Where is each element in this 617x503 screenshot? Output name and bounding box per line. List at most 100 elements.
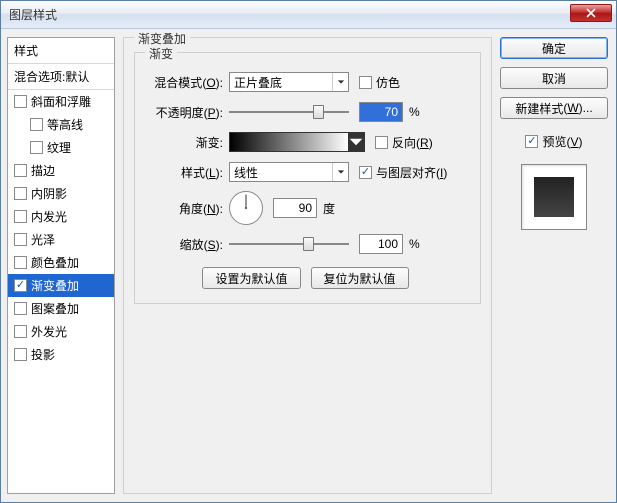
angle-unit: 度 [323,200,335,217]
style-row: 样式(L): 线性 与图层对齐(I) [143,161,468,183]
opacity-unit: % [409,105,420,119]
gradient-label: 渐变: [143,134,223,151]
style-item-内阴影[interactable]: 内阴影 [8,182,114,205]
style-item-斜面和浮雕[interactable]: 斜面和浮雕 [8,90,114,113]
action-panel: 确定 取消 新建样式(W)... 预览(V) [500,37,608,494]
checkbox-icon [14,256,27,269]
style-item-label: 斜面和浮雕 [31,93,91,110]
checkbox-icon [14,210,27,223]
opacity-input[interactable]: 70 [359,102,403,122]
checkbox-icon [14,348,27,361]
opacity-label: 不透明度(P): [143,104,223,121]
dither-checkbox[interactable]: 仿色 [359,74,400,91]
checkbox-icon [14,95,27,108]
style-item-label: 外发光 [31,323,67,340]
close-button[interactable] [570,4,612,22]
make-default-button[interactable]: 设置为默认值 [202,267,300,289]
style-item-label: 投影 [31,346,55,363]
checkbox-icon [14,233,27,246]
checkbox-icon [14,164,27,177]
reverse-checkbox[interactable]: 反向(R) [375,134,433,151]
style-item-label: 光泽 [31,231,55,248]
preview-checkbox[interactable]: 预览(V) [500,133,608,150]
dither-label: 仿色 [376,74,400,91]
reset-default-button[interactable]: 复位为默认值 [311,267,409,289]
style-item-label: 渐变叠加 [31,277,79,294]
style-item-label: 内阴影 [31,185,67,202]
chevron-down-icon [332,73,348,91]
blending-options-item[interactable]: 混合选项:默认 [8,64,114,90]
style-item-label: 图案叠加 [31,300,79,317]
checkbox-icon [14,279,27,292]
scale-slider[interactable] [229,234,349,254]
style-item-颜色叠加[interactable]: 颜色叠加 [8,251,114,274]
chevron-down-icon [348,133,364,151]
checkbox-icon [14,325,27,338]
blend-mode-label: 混合模式(O): [143,74,223,91]
checkbox-icon [30,141,43,154]
style-item-内发光[interactable]: 内发光 [8,205,114,228]
blend-mode-combo[interactable]: 正片叠底 [229,72,349,92]
style-item-label: 等高线 [47,116,83,133]
checkbox-icon [30,118,43,131]
style-combo[interactable]: 线性 [229,162,349,182]
settings-panel: 渐变叠加 渐变 混合模式(O): 正片叠底 仿色 [123,37,492,494]
checkbox-icon [359,166,372,179]
scale-input[interactable]: 100 [359,234,403,254]
blend-mode-row: 混合模式(O): 正片叠底 仿色 [143,71,468,93]
effects-list: 斜面和浮雕等高线纹理描边内阴影内发光光泽颜色叠加渐变叠加图案叠加外发光投影 [8,90,114,366]
gradient-group: 渐变 混合模式(O): 正片叠底 仿色 不透明度(P): [134,52,481,304]
scale-label: 缩放(S): [143,236,223,253]
opacity-row: 不透明度(P): 70 % [143,101,468,123]
style-item-label: 描边 [31,162,55,179]
align-label: 与图层对齐(I) [376,164,447,181]
checkbox-icon [14,187,27,200]
style-item-渐变叠加[interactable]: 渐变叠加 [8,274,114,297]
gradient-preview [230,133,348,151]
scale-unit: % [409,237,420,251]
angle-dial[interactable] [229,191,263,225]
cancel-button[interactable]: 取消 [500,67,608,89]
styles-header: 样式 [8,38,114,64]
checkbox-icon [14,302,27,315]
layer-style-dialog: 图层样式 样式 混合选项:默认 斜面和浮雕等高线纹理描边内阴影内发光光泽颜色叠加… [0,0,617,503]
style-item-label: 内发光 [31,208,67,225]
checkbox-icon [359,76,372,89]
gradient-picker[interactable] [229,132,365,152]
new-style-button[interactable]: 新建样式(W)... [500,97,608,119]
chevron-down-icon [332,163,348,181]
window-title: 图层样式 [9,6,57,23]
style-item-label: 纹理 [47,139,71,156]
style-item-投影[interactable]: 投影 [8,343,114,366]
default-buttons-row: 设置为默认值 复位为默认值 [143,267,468,289]
dialog-body: 样式 混合选项:默认 斜面和浮雕等高线纹理描边内阴影内发光光泽颜色叠加渐变叠加图… [1,29,616,502]
angle-input[interactable]: 90 [273,198,317,218]
reverse-label: 反向(R) [392,134,433,151]
align-checkbox[interactable]: 与图层对齐(I) [359,164,447,181]
styles-list-panel: 样式 混合选项:默认 斜面和浮雕等高线纹理描边内阴影内发光光泽颜色叠加渐变叠加图… [7,37,115,494]
gradient-row: 渐变: 反向(R) [143,131,468,153]
style-item-光泽[interactable]: 光泽 [8,228,114,251]
style-item-描边[interactable]: 描边 [8,159,114,182]
style-label: 样式(L): [143,164,223,181]
angle-label: 角度(N): [143,200,223,217]
inner-group-title: 渐变 [145,45,177,62]
titlebar: 图层样式 [1,1,616,29]
style-item-纹理[interactable]: 纹理 [8,136,114,159]
close-icon [586,8,596,18]
preview-box [521,164,587,230]
style-item-外发光[interactable]: 外发光 [8,320,114,343]
preview-swatch [534,177,574,217]
style-item-label: 颜色叠加 [31,254,79,271]
style-value: 线性 [234,164,258,181]
opacity-slider[interactable] [229,102,349,122]
gradient-overlay-group: 渐变叠加 渐变 混合模式(O): 正片叠底 仿色 [123,37,492,494]
ok-button[interactable]: 确定 [500,37,608,59]
checkbox-icon [375,136,388,149]
scale-row: 缩放(S): 100 % [143,233,468,255]
style-item-等高线[interactable]: 等高线 [8,113,114,136]
style-item-图案叠加[interactable]: 图案叠加 [8,297,114,320]
blend-mode-value: 正片叠底 [234,74,282,91]
preview-label: 预览(V) [542,133,582,150]
checkbox-icon [525,135,538,148]
